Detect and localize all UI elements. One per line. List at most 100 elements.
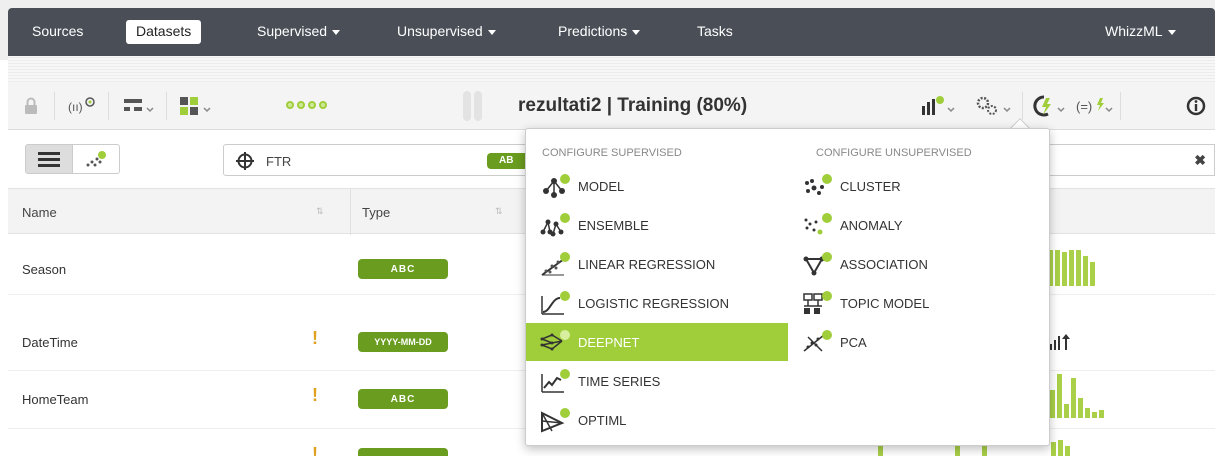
- field-name: HomeTeam: [22, 392, 89, 407]
- chevron-down-icon: [632, 29, 641, 35]
- date-histogram-icon: [1050, 330, 1070, 350]
- menu-item-optiml[interactable]: OPTIML: [526, 401, 788, 439]
- menu-item-label: CLUSTER: [840, 178, 901, 194]
- warning-icon[interactable]: !: [312, 444, 318, 456]
- nav-sources[interactable]: Sources: [32, 23, 83, 39]
- cluster-icon: [802, 173, 834, 199]
- menu-item-label: MODEL: [578, 178, 625, 194]
- menu-item-label: ANOMALY: [840, 217, 903, 233]
- menu-item-linear-regression[interactable]: LINEAR REGRESSION: [526, 245, 788, 283]
- nav-supervised-label: Supervised: [257, 23, 328, 39]
- histogram: [1048, 246, 1095, 286]
- sort-icon[interactable]: ⇅: [495, 206, 503, 217]
- lock-icon[interactable]: [24, 94, 38, 118]
- sort-icon[interactable]: ⇅: [316, 206, 324, 217]
- menu-item-label: TOPIC MODEL: [840, 295, 930, 311]
- deepnet-icon: [540, 329, 572, 355]
- time-series-icon: [540, 368, 572, 394]
- field-filter[interactable]: FTR AB: [223, 144, 547, 176]
- menu-item-pca[interactable]: PCA: [788, 323, 1050, 361]
- unsupervised-heading: CONFIGURE UNSUPERVISED: [816, 147, 972, 159]
- menu-item-time-series[interactable]: TIME SERIES: [526, 362, 788, 400]
- logistic-regression-icon: [540, 290, 572, 316]
- warning-icon[interactable]: !: [312, 385, 318, 406]
- top-navigation: Sources Datasets Supervised Unsupervised…: [0, 0, 1215, 60]
- nav-supervised[interactable]: Supervised: [257, 23, 341, 39]
- nav-predictions[interactable]: Predictions: [558, 23, 641, 39]
- nav-stripe: [8, 56, 1215, 82]
- ensemble-icon: [540, 212, 572, 238]
- dataset-status-icon: [463, 91, 482, 121]
- sample-icon[interactable]: (ıı): [68, 94, 96, 118]
- search-input[interactable]: ✖: [1048, 144, 1215, 176]
- filter-value: FTR: [266, 154, 292, 169]
- field-name: DateTime: [22, 335, 78, 350]
- warning-icon[interactable]: !: [312, 328, 318, 349]
- configure-model-icon[interactable]: [920, 94, 956, 118]
- menu-item-label: ENSEMBLE: [578, 217, 649, 233]
- pca-icon: [802, 329, 834, 355]
- linear-regression-icon: [540, 251, 572, 277]
- field-name: Season: [22, 262, 67, 277]
- chevron-down-icon: [487, 29, 496, 35]
- progress-dots: [286, 101, 327, 109]
- scatterplot-icon: [86, 151, 106, 167]
- info-icon[interactable]: [1186, 94, 1206, 118]
- histogram: [1050, 372, 1104, 418]
- nav-whizzml-label: WhizzML: [1105, 23, 1163, 39]
- toolbar-divider: [1022, 92, 1023, 120]
- nav-whizzml[interactable]: WhizzML: [1105, 23, 1176, 39]
- toolbar-divider: [54, 92, 55, 120]
- type-badge: ABC: [358, 259, 448, 279]
- svg-text:(=): (=): [1076, 99, 1092, 114]
- target-icon: [236, 152, 254, 170]
- nav-predictions-label: Predictions: [558, 23, 628, 39]
- nav-unsupervised[interactable]: Unsupervised: [397, 23, 496, 39]
- type-badge: [358, 448, 448, 456]
- gear-icon[interactable]: [974, 94, 1014, 118]
- list-view-button[interactable]: [25, 144, 73, 174]
- dataset-toolbar: (ıı) rezultati2 | Training (80%) (=): [8, 82, 1215, 130]
- menu-item-label: OPTIML: [578, 412, 627, 428]
- menu-item-model[interactable]: MODEL: [526, 167, 788, 205]
- topic-model-icon: [802, 290, 834, 316]
- column-header-name[interactable]: Name: [22, 205, 57, 220]
- nav-datasets[interactable]: Datasets: [126, 20, 202, 44]
- menu-item-association[interactable]: ASSOCIATION: [788, 245, 1050, 283]
- toolbar-divider: [1120, 92, 1121, 120]
- svg-text:(ıı): (ıı): [68, 100, 83, 114]
- toolbar-divider: [166, 92, 167, 120]
- optiml-icon: [540, 407, 572, 433]
- menu-item-ensemble[interactable]: ENSEMBLE: [526, 206, 788, 244]
- app-window: Sources Datasets Supervised Unsupervised…: [0, 0, 1215, 456]
- chevron-down-icon: [332, 29, 341, 35]
- menu-item-label: ASSOCIATION: [840, 256, 928, 272]
- menu-item-label: DEEPNET: [578, 334, 640, 350]
- menu-item-anomaly[interactable]: ANOMALY: [788, 206, 1050, 244]
- menu-item-cluster[interactable]: CLUSTER: [788, 167, 1050, 205]
- navbar: Sources Datasets Supervised Unsupervised…: [8, 8, 1215, 56]
- type-badge: YYYY-MM-DD: [358, 332, 448, 352]
- batch-prediction-icon[interactable]: (=): [1076, 94, 1114, 118]
- flash-icon[interactable]: [1030, 94, 1066, 118]
- scripts-icon[interactable]: [178, 94, 212, 118]
- close-icon[interactable]: ✖: [1194, 152, 1206, 169]
- menu-item-logistic-regression[interactable]: LOGISTIC REGRESSION: [526, 284, 788, 322]
- column-divider: [350, 189, 351, 235]
- model-icon: [540, 173, 572, 199]
- scatter-view-button[interactable]: [72, 144, 120, 174]
- menu-item-label: PCA: [840, 334, 867, 350]
- menu-item-label: LINEAR REGRESSION: [578, 256, 716, 272]
- anomaly-icon: [802, 212, 834, 238]
- column-header-type[interactable]: Type: [362, 205, 390, 220]
- menu-item-deepnet[interactable]: DEEPNET: [526, 323, 788, 361]
- nav-unsupervised-label: Unsupervised: [397, 23, 483, 39]
- menu-item-topic-model[interactable]: TOPIC MODEL: [788, 284, 1050, 322]
- menu-item-label: TIME SERIES: [578, 373, 661, 389]
- nav-tasks[interactable]: Tasks: [697, 23, 733, 39]
- tree-configure-icon[interactable]: [122, 94, 154, 118]
- chevron-down-icon: [1167, 29, 1176, 35]
- menu-item-label: LOGISTIC REGRESSION: [578, 295, 729, 311]
- page-title: rezultati2 | Training (80%): [518, 95, 748, 116]
- list-icon: [38, 152, 60, 167]
